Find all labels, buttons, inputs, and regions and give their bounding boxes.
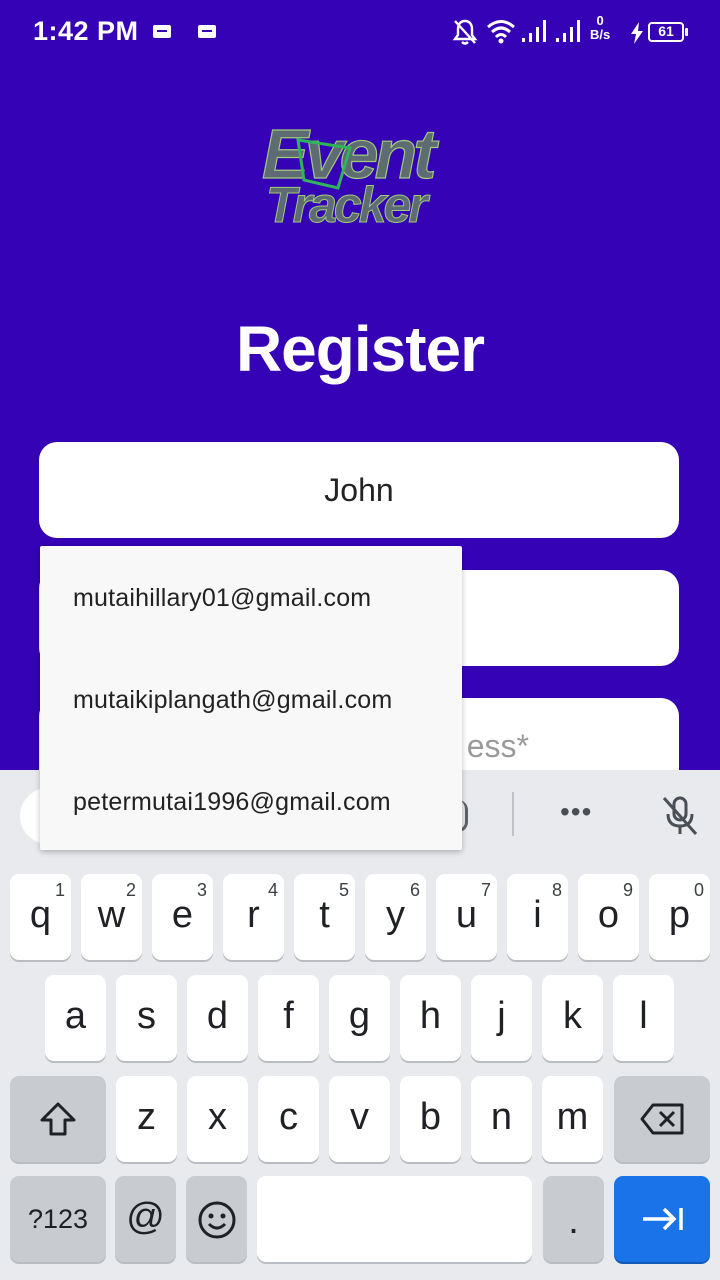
status-time: 1:42 PM	[33, 16, 139, 46]
key-m[interactable]: m	[542, 1076, 603, 1162]
key-char: q	[29, 894, 52, 936]
key-l[interactable]: l	[613, 975, 674, 1061]
key-char: w	[97, 894, 126, 936]
key-x[interactable]: x	[187, 1076, 248, 1162]
period-key[interactable]: .	[543, 1176, 604, 1262]
backspace-icon	[640, 1103, 684, 1135]
key-char: p	[668, 894, 691, 936]
key-char: x	[208, 1096, 227, 1138]
name-field[interactable]: John	[39, 442, 679, 538]
network-rate-unit: B/s	[590, 27, 611, 42]
key-char: n	[490, 1096, 513, 1138]
event-tracker-logo: Event Tracker	[261, 114, 444, 233]
backspace-key[interactable]	[614, 1076, 710, 1162]
key-char: d	[206, 995, 229, 1037]
key-char: ?123	[27, 1204, 89, 1234]
key-char: e	[171, 894, 194, 936]
message-icon	[153, 25, 171, 38]
tab-next-icon	[643, 1207, 683, 1231]
next-key[interactable]	[614, 1176, 710, 1262]
key-char: b	[419, 1096, 442, 1138]
key-p[interactable]: 0p	[649, 874, 710, 960]
key-a[interactable]: a	[45, 975, 106, 1061]
key-char: a	[64, 995, 87, 1037]
key-char: z	[137, 1096, 156, 1138]
key-s[interactable]: s	[116, 975, 177, 1061]
key-char: t	[319, 894, 330, 936]
key-char: f	[283, 995, 294, 1037]
autofill-suggestion[interactable]: mutaihillary01@gmail.com	[73, 584, 371, 613]
key-q[interactable]: 1q	[10, 874, 71, 960]
key-y[interactable]: 6y	[365, 874, 426, 960]
key-h[interactable]: h	[400, 975, 461, 1061]
autofill-suggestion[interactable]: petermutai1996@gmail.com	[73, 788, 391, 817]
key-v[interactable]: v	[329, 1076, 390, 1162]
key-e[interactable]: 3e	[152, 874, 213, 960]
key-c[interactable]: c	[258, 1076, 319, 1162]
key-char: k	[563, 995, 582, 1037]
key-o[interactable]: 9o	[578, 874, 639, 960]
signal-icon	[556, 20, 580, 42]
key-char: j	[497, 995, 506, 1037]
key-char: s	[137, 995, 156, 1037]
key-j[interactable]: j	[471, 975, 532, 1061]
key-char: o	[597, 894, 620, 936]
key-f[interactable]: f	[258, 975, 319, 1061]
key-char: c	[279, 1096, 298, 1138]
message-icon	[198, 25, 216, 38]
shift-key[interactable]	[10, 1076, 106, 1162]
mic-off-icon[interactable]	[660, 794, 700, 838]
name-field-value: John	[324, 472, 394, 508]
key-char: h	[419, 995, 442, 1037]
shift-icon	[40, 1102, 76, 1136]
key-i[interactable]: 8i	[507, 874, 568, 960]
key-r[interactable]: 4r	[223, 874, 284, 960]
key-char: i	[533, 894, 542, 936]
autofill-suggestion[interactable]: mutaikiplangath@gmail.com	[73, 686, 392, 715]
key-char: @	[126, 1196, 165, 1238]
key-char: m	[556, 1096, 589, 1138]
key-u[interactable]: 7u	[436, 874, 497, 960]
emoji-key[interactable]	[186, 1176, 247, 1262]
key-t[interactable]: 5t	[294, 874, 355, 960]
key-z[interactable]: z	[116, 1076, 177, 1162]
page-title: Register	[235, 313, 485, 385]
at-key[interactable]: @	[115, 1176, 176, 1262]
email-field-placeholder: ess*	[466, 728, 529, 764]
key-k[interactable]: k	[542, 975, 603, 1061]
status-bar: 1:42 PM 0 B/s 61	[0, 0, 720, 64]
bell-off-icon	[452, 19, 478, 45]
wifi-icon	[487, 20, 515, 44]
key-w[interactable]: 2w	[81, 874, 142, 960]
more-icon[interactable]: •••	[560, 796, 592, 828]
key-b[interactable]: b	[400, 1076, 461, 1162]
autofill-dropdown: mutaihillary01@gmail.com mutaikiplangath…	[40, 546, 462, 850]
charging-icon	[631, 22, 643, 44]
symbols-key[interactable]: ?123	[10, 1176, 106, 1262]
emoji-icon	[198, 1201, 236, 1239]
key-g[interactable]: g	[329, 975, 390, 1061]
key-n[interactable]: n	[471, 1076, 532, 1162]
key-char: r	[247, 894, 260, 936]
signal-icon	[522, 20, 546, 42]
key-char: v	[350, 1096, 369, 1138]
battery-icon: 61	[648, 22, 688, 42]
key-d[interactable]: d	[187, 975, 248, 1061]
svg-text:Tracker: Tracker	[266, 177, 430, 233]
key-char: l	[639, 995, 648, 1037]
network-rate: 0 B/s	[590, 14, 610, 42]
network-rate-value: 0	[596, 13, 604, 28]
space-key[interactable]	[257, 1176, 532, 1262]
battery-level: 61	[658, 23, 674, 39]
key-char: .	[568, 1200, 579, 1242]
toolbar-divider	[512, 792, 514, 836]
key-char: u	[455, 894, 478, 936]
key-char: y	[386, 894, 405, 936]
key-char: g	[348, 995, 371, 1037]
